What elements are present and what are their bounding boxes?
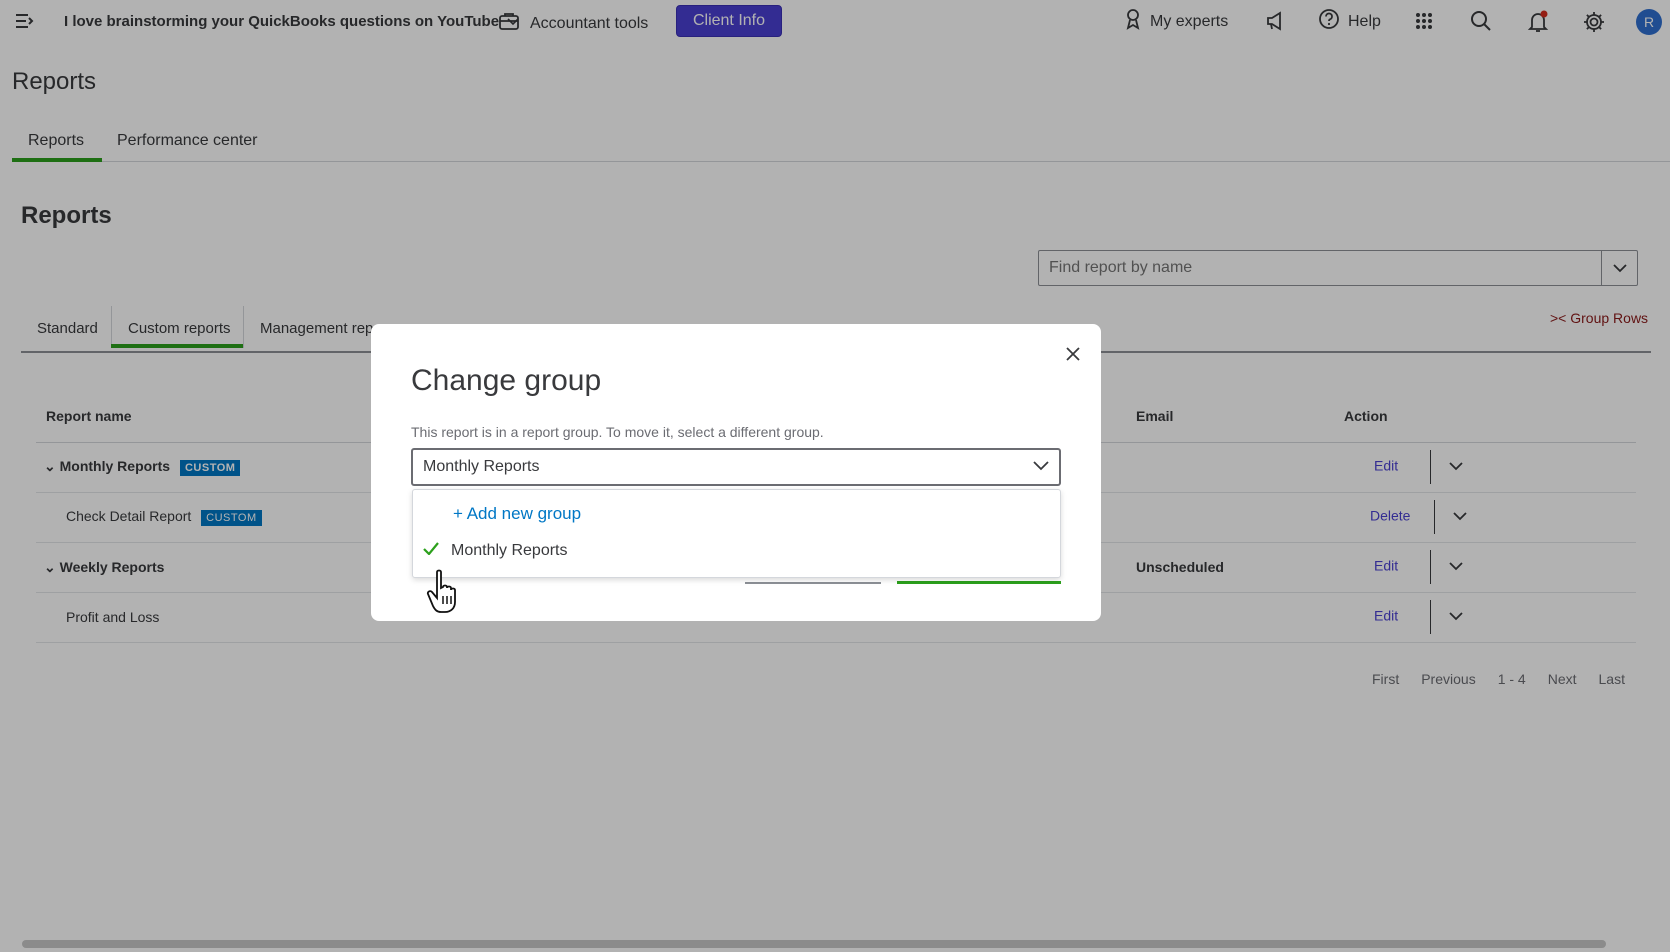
- close-icon[interactable]: [1063, 344, 1083, 364]
- group-option-label: Monthly Reports: [451, 542, 568, 559]
- group-option-monthly-reports[interactable]: Monthly Reports: [423, 542, 568, 560]
- dialog-title: Change group: [411, 364, 602, 397]
- chevron-down-icon: [1033, 458, 1049, 476]
- add-new-group-option[interactable]: + Add new group: [453, 504, 581, 524]
- checkmark-icon: [423, 542, 439, 560]
- hand-cursor-icon: [424, 568, 464, 616]
- group-select[interactable]: Monthly Reports: [411, 448, 1061, 486]
- group-select-menu: + Add new group Monthly Reports: [412, 489, 1061, 578]
- dialog-description: This report is in a report group. To mov…: [411, 424, 824, 440]
- group-select-value: Monthly Reports: [423, 458, 540, 475]
